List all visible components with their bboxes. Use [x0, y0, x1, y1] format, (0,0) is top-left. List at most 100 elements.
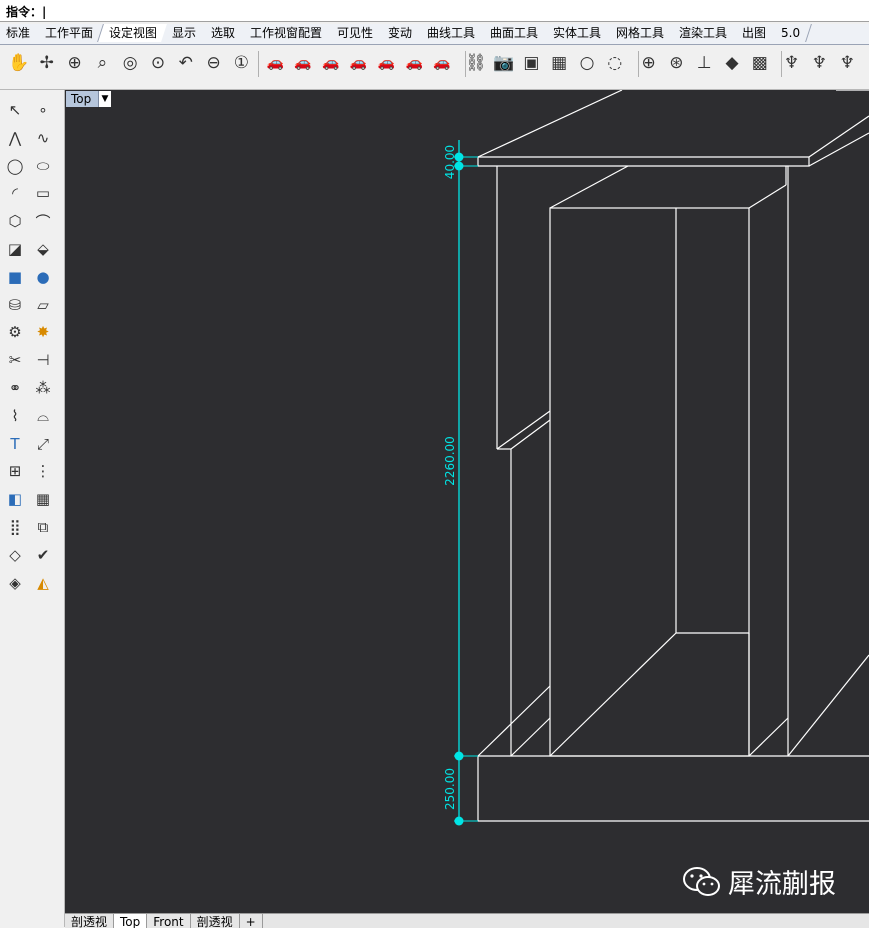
edit-pts-icon[interactable]: ◇	[3, 543, 27, 567]
cylinder-icon[interactable]: ⛁	[3, 293, 27, 317]
tab-label: 工作视窗配置	[250, 26, 323, 40]
zoom-1to1-icon[interactable]: ①	[228, 49, 254, 77]
point-icon[interactable]: ∘	[31, 98, 55, 122]
four-views-icon[interactable]: ▦	[546, 49, 572, 77]
red-car-icon[interactable]: 🚗	[290, 49, 316, 77]
tab-1[interactable]: 工作平面	[34, 24, 105, 42]
tab-label: 显示	[172, 26, 197, 40]
extrude-surface-icon[interactable]: ⬙	[31, 237, 55, 261]
mirror-icon[interactable]: ⋮	[31, 459, 55, 483]
add-viewport-tab-button[interactable]: +	[240, 914, 263, 928]
curve-pt-icon[interactable]: ∿	[31, 126, 55, 150]
tab-label: 5.0	[781, 26, 801, 40]
red-car-icon[interactable]: 🚗	[262, 49, 288, 77]
dimension-label-bottom: 250.00	[443, 768, 457, 810]
viewport-tab-0[interactable]: 剖透视	[65, 914, 115, 928]
layer-icon[interactable]: ◆	[719, 49, 745, 77]
pan-hand-icon[interactable]: ✋	[6, 49, 32, 77]
box-shaded-icon[interactable]: ▩	[747, 49, 773, 77]
camera-target-icon[interactable]: ⛓	[463, 49, 489, 77]
group-icon[interactable]: ⁂	[31, 376, 55, 400]
cplane-icon[interactable]: ⊥	[691, 49, 717, 77]
tab-11[interactable]: 网格工具	[605, 24, 677, 42]
sphere-solid-icon[interactable]: ●	[31, 265, 55, 289]
tripod-icon[interactable]: ♆	[779, 49, 805, 77]
red-car-icon[interactable]: 🚗	[373, 49, 399, 77]
rectangle-icon[interactable]: ▭	[31, 181, 55, 205]
tab-label: 曲线工具	[427, 26, 476, 40]
box-solid-icon[interactable]: ■	[3, 265, 27, 289]
dots-grid-icon[interactable]: ⣿	[3, 515, 27, 539]
named-view-icon[interactable]: ▣	[518, 49, 544, 77]
fillet-icon[interactable]: ⌓	[31, 404, 55, 428]
cube-blue-icon[interactable]: ◧	[3, 487, 27, 511]
watermark: 犀流蒯报	[682, 862, 836, 901]
viewport-top[interactable]: 40.00 2260.00 250.00	[65, 90, 869, 913]
viewport-tab-3[interactable]: 剖透视	[191, 914, 240, 928]
boolean-union-icon[interactable]: ⚭	[3, 376, 27, 400]
gear-icon[interactable]: ⚙	[3, 320, 27, 344]
ellipse-icon[interactable]: ⬭	[31, 154, 55, 178]
camera-icon[interactable]: 📷	[491, 49, 517, 77]
viewport-tab-1[interactable]: Top	[114, 914, 148, 928]
red-car-icon[interactable]: 🚗	[346, 49, 372, 77]
zoom-window-icon[interactable]: ⌕	[89, 49, 115, 77]
split-icon[interactable]: ⊣	[31, 348, 55, 372]
tripod-icon[interactable]: ♆	[806, 49, 832, 77]
tab-5[interactable]: 工作视窗配置	[239, 24, 335, 42]
tripod-icon[interactable]: ♆	[834, 49, 860, 77]
viewport-tab-2[interactable]: Front	[147, 914, 191, 928]
tab-9[interactable]: 曲面工具	[479, 24, 551, 42]
explode-icon[interactable]: ✸	[31, 320, 55, 344]
wireframe-model	[477, 90, 869, 822]
check-icon[interactable]: ✔	[31, 543, 55, 567]
red-car-icon[interactable]: 🚗	[401, 49, 427, 77]
paint-icon[interactable]: ◭	[31, 571, 55, 595]
zoom-extents-icon[interactable]: ◎	[117, 49, 143, 77]
select-arrow-icon[interactable]: ↖	[3, 98, 27, 122]
align-icon[interactable]: ⧉	[31, 515, 55, 539]
trim-icon[interactable]: ✂	[3, 348, 27, 372]
chevron-down-icon[interactable]: ▼	[98, 91, 111, 107]
osnap-gold-icon[interactable]: ⊛	[663, 49, 689, 77]
plane-icon[interactable]: ▱	[31, 293, 55, 317]
tab-label: 设定视图	[109, 26, 158, 40]
osnap-target-icon[interactable]: ⊕	[636, 49, 662, 77]
polygon-icon[interactable]: ⬡	[3, 209, 27, 233]
zoom-icon[interactable]: ⊕	[62, 49, 88, 77]
tab-10[interactable]: 实体工具	[542, 24, 614, 42]
zoom-out-icon[interactable]: ⊖	[201, 49, 227, 77]
toolbar-tabs: 标准 工作平面 设定视图 显示 选取 工作视窗配置 可见性 变动 曲线工具 曲面工具 实体工具 网格工…	[0, 24, 869, 45]
grid-icon[interactable]: ▦	[31, 487, 55, 511]
viewport-title[interactable]: Top ▼	[66, 91, 111, 107]
tab-label: 选取	[211, 26, 236, 40]
tab-8[interactable]: 曲线工具	[416, 24, 488, 42]
rotate-view-icon[interactable]: ✢	[34, 49, 60, 77]
zoom-selected-icon[interactable]: ⊙	[145, 49, 171, 77]
tab-14[interactable]: 5.0	[770, 24, 813, 42]
polyline-icon[interactable]: ⋀	[3, 126, 27, 150]
render-icon[interactable]: ◈	[3, 571, 27, 595]
circle-icon[interactable]: ◯	[3, 154, 27, 178]
surface-corner-icon[interactable]: ◪	[3, 237, 27, 261]
viewport-name: Top	[71, 92, 92, 106]
scale-icon[interactable]: ⤢	[31, 432, 55, 456]
offset-icon[interactable]: ⌇	[3, 404, 27, 428]
tab-2[interactable]: 设定视图	[97, 24, 169, 42]
red-car-icon[interactable]: 🚗	[318, 49, 344, 77]
command-line[interactable]: 指令：|	[0, 0, 869, 22]
light-icon[interactable]: ○	[574, 49, 600, 77]
command-prompt: 指令：|	[6, 5, 47, 19]
text-icon[interactable]: T	[3, 432, 27, 456]
fillet-curve-icon[interactable]: ⌒	[31, 209, 55, 233]
dimension-label-middle: 2260.00	[443, 436, 457, 486]
red-car-icon[interactable]: 🚗	[429, 49, 455, 77]
tab-6[interactable]: 可见性	[326, 24, 386, 42]
top-slab-front	[477, 156, 810, 167]
tab-12[interactable]: 渲染工具	[668, 24, 740, 42]
array-icon[interactable]: ⊞	[3, 459, 27, 483]
viewport-tabs: 剖透视 Top Front 剖透视 +	[65, 913, 869, 928]
undo-view-icon[interactable]: ↶	[173, 49, 199, 77]
arc-icon[interactable]: ◜	[3, 181, 27, 205]
two-lights-icon[interactable]: ◌	[602, 49, 628, 77]
